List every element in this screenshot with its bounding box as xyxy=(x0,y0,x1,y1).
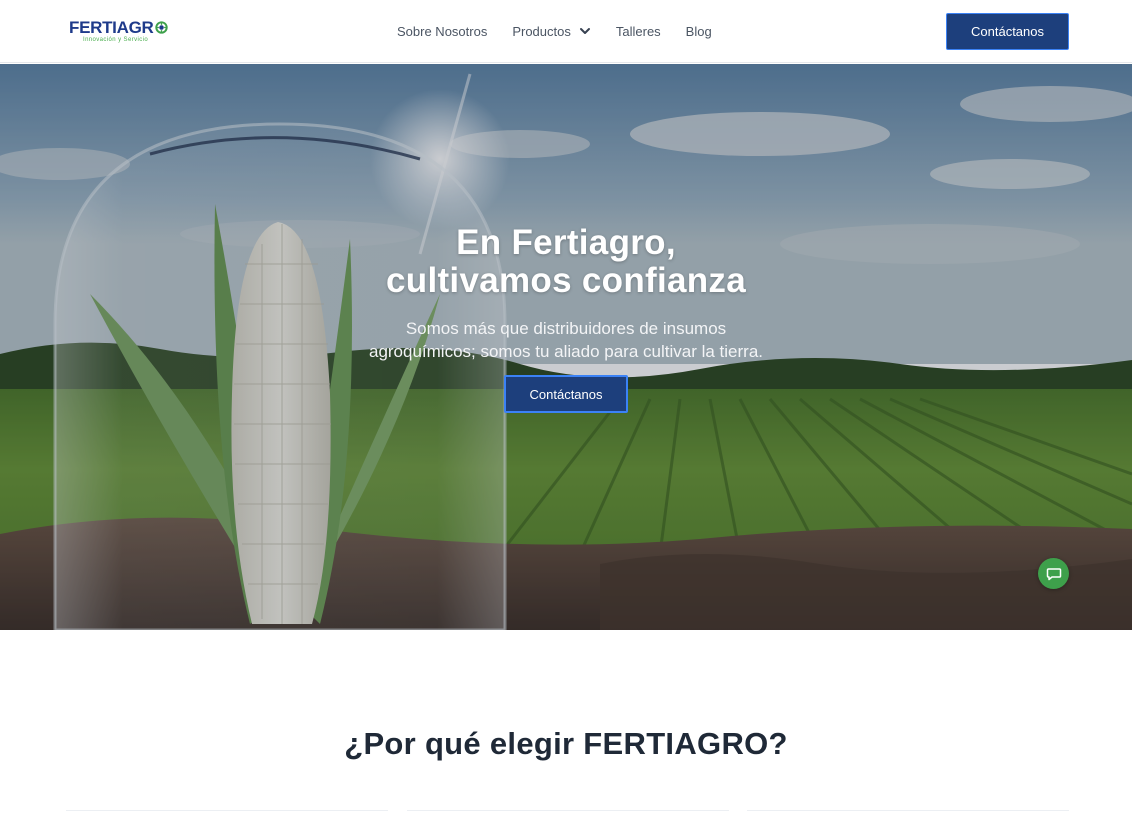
main-nav: Sobre Nosotros Productos Talleres Blog xyxy=(397,22,712,40)
hero-title-line: En Fertiagro, xyxy=(456,223,676,262)
leaf-gear-icon xyxy=(154,21,168,34)
brand-name-part2: AGR xyxy=(116,18,154,37)
hero-subtitle: Somos más que distribuidores de insumos … xyxy=(0,317,1132,363)
hero-section: En Fertiagro, cultivamos confianza Somos… xyxy=(0,64,1132,630)
hero-title: En Fertiagro, cultivamos confianza xyxy=(0,224,1132,300)
site-header: FERTI AGR Innovación y Servicio Sobre Nos… xyxy=(0,0,1132,63)
nav-item-label: Talleres xyxy=(615,23,661,39)
hero-content: En Fertiagro, cultivamos confianza Somos… xyxy=(0,224,1132,413)
hero-contact-button[interactable]: Contáctanos xyxy=(504,375,628,413)
hero-title-line: cultivamos confianza xyxy=(386,261,746,300)
feature-card xyxy=(66,810,388,814)
header-contact-button[interactable]: Contáctanos xyxy=(946,13,1069,50)
nav-item-talleres[interactable]: Talleres xyxy=(616,24,661,39)
chat-bubble-icon xyxy=(1046,567,1061,580)
nav-item-label: Blog xyxy=(685,23,712,39)
nav-item-blog[interactable]: Blog xyxy=(686,24,712,39)
brand-tagline: Innovación y Servicio xyxy=(83,37,149,43)
hero-subtitle-line: Somos más que distribuidores de insumos xyxy=(405,319,727,338)
nav-item-label: Productos xyxy=(512,23,571,39)
chat-button[interactable] xyxy=(1038,558,1069,589)
brand-logo[interactable]: FERTI AGR Innovación y Servicio xyxy=(69,19,179,45)
nav-item-productos[interactable]: Productos xyxy=(512,24,591,39)
feature-cards-row xyxy=(66,810,1069,814)
hero-subtitle-line: agroquímicos; somos tu aliado para culti… xyxy=(368,342,763,361)
brand-name-part1: FERTI xyxy=(69,18,117,37)
nav-item-label: Sobre Nosotros xyxy=(397,23,488,39)
brand-wordmark: FERTI AGR xyxy=(69,19,179,36)
feature-card xyxy=(406,810,729,814)
chevron-down-icon xyxy=(579,28,590,34)
section-title: ¿Por qué elegir FERTIAGRO? xyxy=(344,726,788,761)
feature-card xyxy=(747,810,1069,814)
nav-item-sobre-nosotros[interactable]: Sobre Nosotros xyxy=(397,24,487,39)
